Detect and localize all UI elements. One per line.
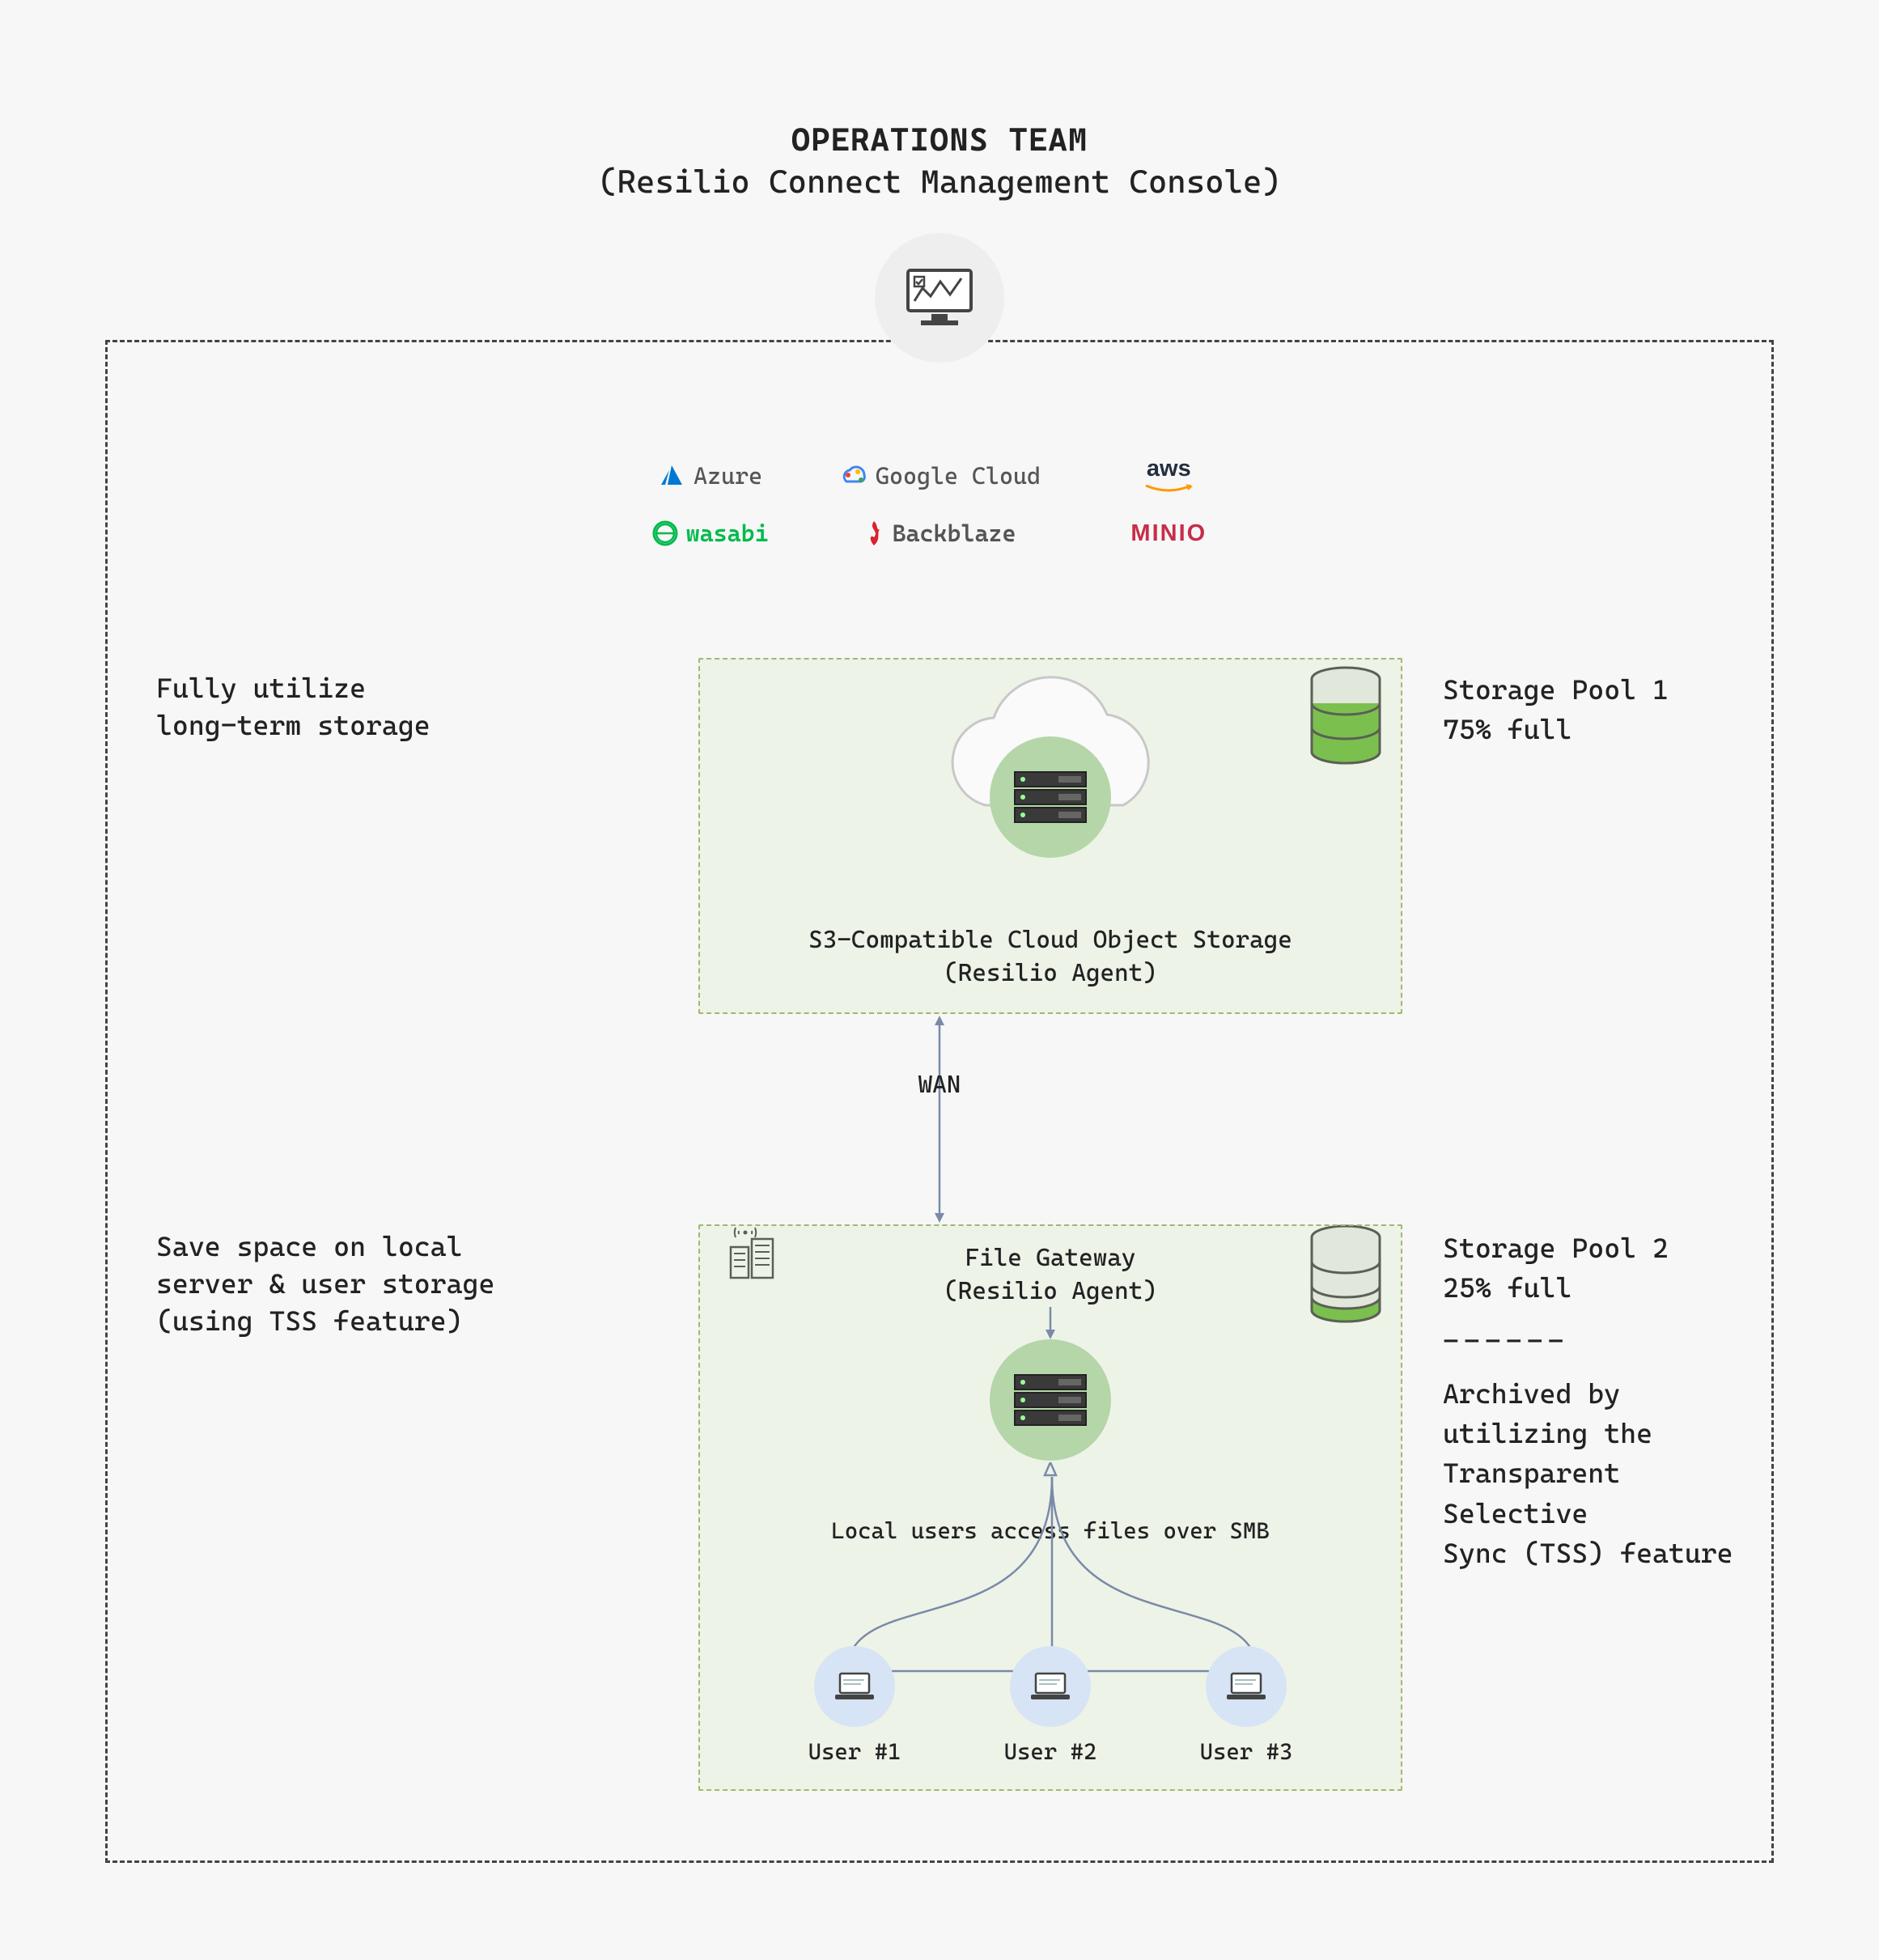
page-subtitle: (Resilio Connect Management Console) — [0, 163, 1879, 201]
left-label-top: Fully utilize long-term storage — [156, 670, 609, 745]
user-3: User #3 — [1200, 1646, 1293, 1765]
azure-logo: Azure — [658, 462, 762, 490]
storage-pool-1-label: Storage Pool 1 75% full — [1443, 670, 1767, 750]
wasabi-logo: wasabi — [652, 520, 769, 547]
laptop-icon — [1010, 1646, 1091, 1727]
cloud-server-icon — [990, 736, 1111, 858]
page-title: OPERATIONS TEAM — [0, 121, 1879, 159]
user-2: User #2 — [1004, 1646, 1097, 1765]
backblaze-logo: Backblaze — [863, 520, 1016, 547]
laptop-icon — [814, 1646, 895, 1727]
gateway-server-icon — [990, 1339, 1111, 1461]
aws-logo: aws — [1144, 456, 1193, 495]
wan-arrow — [930, 1016, 949, 1223]
wan-label: WAN — [918, 1071, 961, 1099]
management-scope-box: Azure Google Cloud aws wasabi Backblaze … — [105, 340, 1774, 1863]
user-row: User #1 User #2 User #3 — [700, 1646, 1401, 1765]
laptop-icon — [1206, 1646, 1287, 1727]
storage-pool-2-label: Storage Pool 2 25% full ------ Archived … — [1443, 1228, 1767, 1573]
gateway-label: File Gateway (Resilio Agent) — [700, 1242, 1401, 1308]
gateway-to-server-arrow — [1044, 1307, 1057, 1339]
cloud-provider-logos: Azure Google Cloud aws wasabi Backblaze … — [608, 456, 1271, 547]
google-cloud-logo: Google Cloud — [838, 462, 1041, 490]
local-gateway-box: File Gateway (Resilio Agent) Local users… — [698, 1224, 1402, 1791]
minio-logo: MINIO — [1130, 520, 1207, 547]
console-icon — [875, 233, 1004, 363]
user-1: User #1 — [808, 1646, 901, 1765]
cloud-box-label: S3-Compatible Cloud Object Storage (Resi… — [700, 924, 1401, 990]
cloud-storage-box: S3-Compatible Cloud Object Storage (Resi… — [698, 658, 1402, 1014]
left-label-bottom: Save space on local server & user storag… — [156, 1228, 609, 1340]
